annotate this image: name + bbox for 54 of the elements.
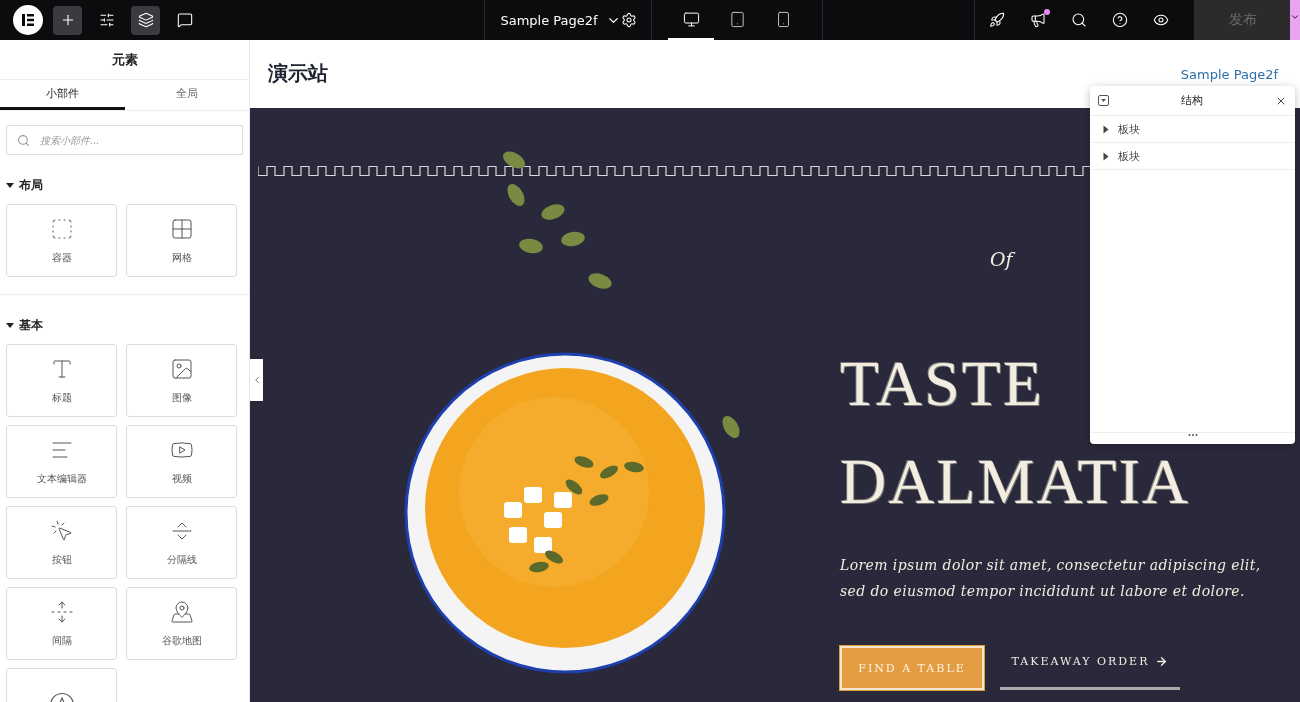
eye-icon: [1153, 12, 1170, 28]
notification-dot: [1043, 8, 1050, 15]
monitor-icon: [682, 10, 700, 28]
layers-icon: [137, 12, 154, 28]
arrow-right-icon: [1155, 654, 1169, 668]
hero-kicker: Of: [990, 248, 1300, 270]
logo-button[interactable]: [13, 5, 43, 35]
search-icon: [1071, 12, 1088, 28]
page-title-dropdown[interactable]: Sample Page2f: [500, 12, 621, 28]
gear-icon: [620, 12, 637, 28]
site-title: 演示站: [268, 60, 328, 87]
logo-icon: [21, 13, 35, 27]
nav-link[interactable]: Sample Page2f: [1180, 67, 1278, 82]
widget-tile[interactable]: 文本编辑器: [6, 425, 117, 498]
widget-tile[interactable]: 谷歌地图: [126, 587, 237, 660]
resize-handle-icon[interactable]: [1187, 433, 1198, 437]
chat-bubble-icon: [176, 12, 193, 28]
takeaway-order-link[interactable]: TAKEAWAY ORDER: [1000, 646, 1180, 690]
widget-tile[interactable]: 分隔线: [126, 506, 237, 579]
image-icon: [169, 356, 194, 381]
widget-tile[interactable]: 图像: [126, 344, 237, 417]
widget-tile[interactable]: 视频: [126, 425, 237, 498]
widget-tile[interactable]: 按钮: [6, 506, 117, 579]
layers-button[interactable]: [131, 5, 160, 35]
widget-tile[interactable]: 容器: [6, 204, 117, 277]
search-icon: [17, 133, 30, 147]
panel-tab[interactable]: 全局: [124, 80, 249, 110]
add-button[interactable]: [53, 5, 82, 35]
spacer-icon: [49, 599, 74, 624]
category-header[interactable]: 基本: [6, 317, 243, 334]
sliders-icon: [98, 12, 115, 28]
hero-text: Lorem ipsum dolor sit amet, consectetur adipiscing elit, sed do eiusmod tempor incididunt ut labore et dolore.: [840, 556, 1262, 601]
chevron-down-icon: [1290, 12, 1300, 22]
rocket-icon: [989, 12, 1006, 28]
map-pin-icon: [169, 599, 194, 624]
structure-item[interactable]: 板块: [1090, 143, 1295, 170]
megaphone-icon: [1030, 12, 1047, 28]
tablet-icon: [728, 10, 746, 28]
pointer-icon: [49, 518, 74, 543]
panel-title: 元素: [0, 40, 249, 80]
dropdown-square-icon: [1098, 95, 1109, 106]
hero-title: DALMATIA: [840, 450, 1192, 514]
widget-tile[interactable]: 网格: [126, 204, 237, 277]
category-header[interactable]: 布局: [6, 177, 243, 194]
search-box[interactable]: 搜索小部件...: [6, 125, 243, 155]
grid-icon: [169, 216, 194, 241]
widget-tile[interactable]: 间隔: [6, 587, 117, 660]
help-icon: [1112, 12, 1129, 28]
widget-tile[interactable]: 标题: [6, 344, 117, 417]
hero-title: TASTE: [840, 352, 1045, 416]
panel-tab[interactable]: 小部件: [0, 80, 125, 110]
structure-item[interactable]: 板块: [1090, 116, 1295, 143]
dashed-rectangle-icon: [49, 216, 74, 241]
structure-title: 结构: [1181, 93, 1203, 108]
